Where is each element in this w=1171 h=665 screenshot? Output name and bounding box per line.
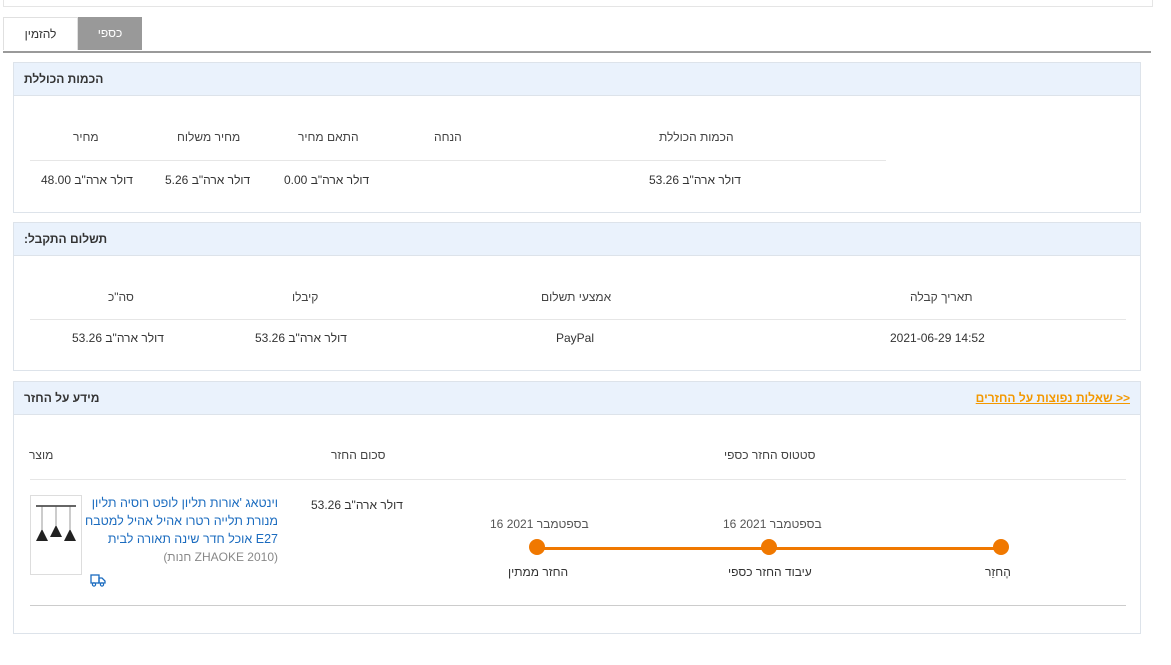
divider: [30, 479, 1126, 480]
top-bar: [3, 0, 1153, 7]
tab-order[interactable]: להזמין: [3, 17, 78, 50]
shipping-value: 5.26 דולר ארה"ב: [165, 173, 251, 187]
total-header: הכמות הכוללת: [659, 130, 734, 144]
refund-faq-link[interactable]: << שאלות נפוצות על החזרים: [976, 382, 1130, 414]
totals-panel-header: הכמות הכוללת: [14, 63, 1140, 96]
store-name: (ZHAOKE 2010 חנות): [163, 550, 278, 564]
step-2-date: 16 בספטמבר 2021: [723, 517, 822, 531]
step-3-label: הֶחזֵר: [985, 565, 1011, 579]
refund-panel-header: מידע על החזר << שאלות נפוצות על החזרים: [14, 382, 1140, 415]
price-header: מחיר: [73, 130, 99, 144]
date-value: 2021-06-29 14:52: [890, 331, 985, 345]
date-header: תאריך קבלה: [910, 290, 973, 304]
tab-bar: להזמין כספי: [3, 17, 1151, 53]
product-header: מוצר: [29, 448, 54, 462]
totals-panel-title: הכמות הכוללת: [24, 72, 104, 86]
tab-refund[interactable]: כספי: [78, 17, 142, 50]
product-title-link[interactable]: וינטאג 'אורות תליון לופט רוסיה תליון מנו…: [78, 494, 278, 566]
step-1-label: החזר ממתין: [508, 565, 569, 579]
sum-value: 53.26 דולר ארה"ב: [72, 331, 164, 345]
step-1-date: 16 בספטמבר 2021: [490, 517, 589, 531]
divider: [30, 160, 886, 161]
amount-header: סכום החזר: [331, 448, 386, 462]
step-2-label: עיבוד החזר כספי: [728, 565, 812, 579]
received-value: 53.26 דולר ארה"ב: [255, 331, 347, 345]
payment-panel: תשלום התקבל: סה"כ קיבלו אמצעי תשלום תארי…: [13, 222, 1141, 371]
received-header: קיבלו: [292, 290, 319, 304]
adjust-header: התאם מחיר: [298, 130, 359, 144]
totals-panel: הכמות הכוללת מחיר מחיר משלוח התאם מחיר ה…: [13, 62, 1141, 213]
product-thumbnail[interactable]: [30, 495, 82, 575]
status-header: סטטוס החזר כספי: [724, 448, 816, 462]
refund-panel: מידע על החזר << שאלות נפוצות על החזרים מ…: [13, 381, 1141, 634]
payment-panel-title: תשלום התקבל:: [24, 232, 108, 246]
price-value: 48.00 דולר ארה"ב: [41, 173, 133, 187]
sum-header: סה"כ: [108, 290, 134, 304]
step-2-dot: [761, 539, 777, 555]
divider: [30, 605, 1126, 606]
total-value: 53.26 דולר ארה"ב: [649, 173, 741, 187]
payment-panel-header: תשלום התקבל:: [14, 223, 1140, 256]
truck-icon[interactable]: [90, 573, 106, 587]
shipping-header: מחיר משלוח: [177, 130, 241, 144]
method-value: PayPal: [556, 331, 595, 345]
step-1-dot: [529, 539, 545, 555]
method-header: אמצעי תשלום: [541, 290, 612, 304]
discount-header: הנחה: [434, 130, 462, 144]
divider: [30, 319, 1126, 320]
adjust-value: 0.00 דולר ארה"ב: [284, 173, 370, 187]
step-3-dot: [993, 539, 1009, 555]
refund-panel-title: מידע על החזר: [24, 391, 100, 405]
refund-amount: 53.26 דולר ארה"ב: [311, 498, 403, 512]
product-title[interactable]: וינטאג 'אורות תליון לופט רוסיה תליון מנו…: [85, 496, 278, 546]
